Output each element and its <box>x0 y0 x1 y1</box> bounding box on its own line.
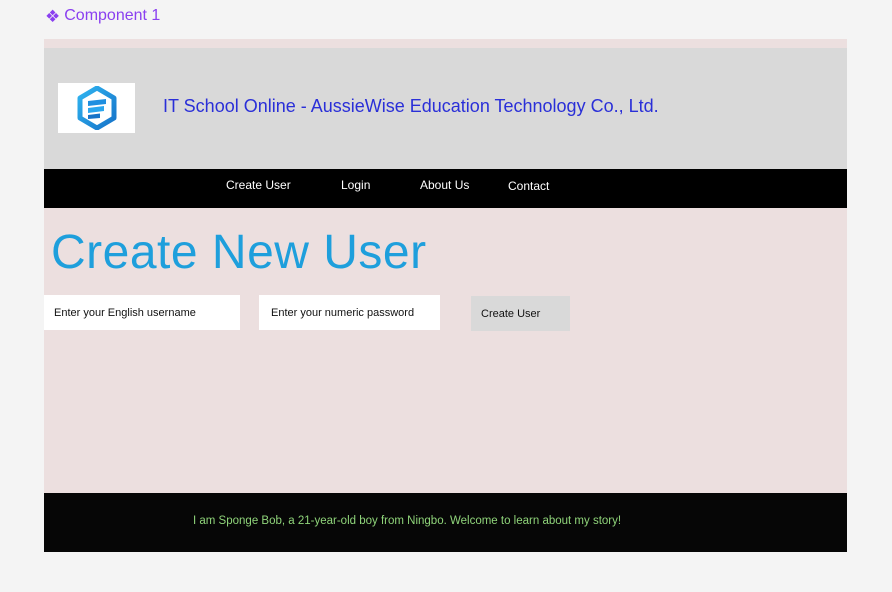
create-user-button[interactable]: Create User <box>471 296 570 331</box>
component-icon: ❖ <box>45 6 61 26</box>
nav-item-login[interactable]: Login <box>341 178 370 192</box>
nav-item-create-user[interactable]: Create User <box>226 178 291 192</box>
site-title: IT School Online - AussieWise Education … <box>163 96 659 116</box>
password-input[interactable] <box>259 295 440 330</box>
component-label[interactable]: ❖ Component 1 <box>45 7 160 25</box>
nav-item-contact[interactable]: Contact <box>508 179 549 193</box>
hexagon-logo-icon <box>77 86 116 130</box>
page-title: Create New User <box>51 226 427 279</box>
site-footer: I am Sponge Bob, a 21-year-old boy from … <box>44 493 847 552</box>
site-header: IT School Online - AussieWise Education … <box>44 48 847 169</box>
nav-item-about-us[interactable]: About Us <box>420 178 469 192</box>
logo <box>58 83 135 133</box>
component-label-text: Component 1 <box>64 7 161 24</box>
design-canvas: ❖ Component 1 IT School Online - AussieW… <box>0 0 892 592</box>
username-input[interactable] <box>44 295 240 330</box>
footer-text: I am Sponge Bob, a 21-year-old boy from … <box>193 515 622 527</box>
main-navigation: Create User Login About Us Contact <box>44 169 847 208</box>
page-frame: IT School Online - AussieWise Education … <box>44 39 847 552</box>
